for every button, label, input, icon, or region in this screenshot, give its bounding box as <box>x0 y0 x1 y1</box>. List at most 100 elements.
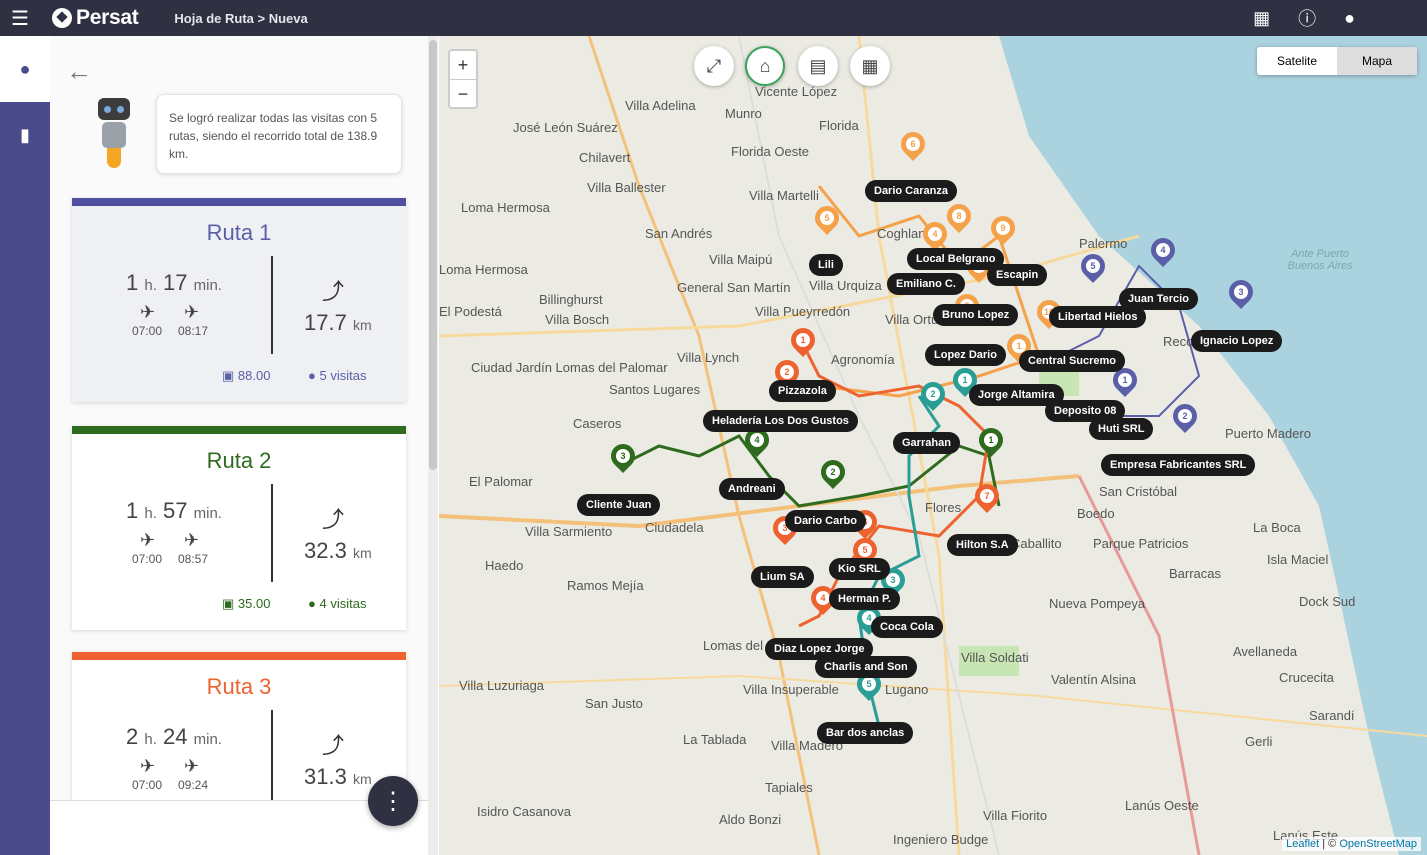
divider <box>271 256 273 354</box>
assistant-message: Se logró realizar todas las visitas con … <box>156 94 402 174</box>
customer-label[interactable]: Heladería Los Dos Gustos <box>703 410 858 432</box>
store-toggle-icon[interactable]: ▤ <box>798 46 838 86</box>
customer-label[interactable]: Bruno Lopez <box>933 304 1019 326</box>
route-color-bar <box>72 426 406 434</box>
customer-label[interactable]: Lili <box>809 254 843 276</box>
hamburger-menu-icon[interactable]: ☰ <box>0 6 40 31</box>
layer-map-option[interactable]: Mapa <box>1337 47 1417 75</box>
customer-label[interactable]: Andreani <box>719 478 785 500</box>
departure-icon: ✈ <box>140 530 156 550</box>
place-name: Villa Pueyrredón <box>755 304 851 319</box>
route-distance: 32.3 km <box>304 538 372 563</box>
place-name: Tapiales <box>765 780 813 795</box>
map-pin-nav-icon[interactable]: ● <box>0 36 50 102</box>
place-name: San Cristóbal <box>1099 484 1178 499</box>
customer-label[interactable]: Central Sucremo <box>1019 350 1126 372</box>
top-bar: ☰ Persat Hoja de Ruta > Nueva ▦ ⓘ ● <box>0 0 1427 36</box>
customer-label[interactable]: Emiliano C. <box>887 273 965 295</box>
place-name: Valentín Alsina <box>1051 672 1137 687</box>
place-name: Florida <box>819 118 859 133</box>
back-arrow-icon[interactable]: ← <box>66 56 92 87</box>
customer-label[interactable]: Dario Carbo <box>785 510 866 532</box>
departure-icon: ✈ <box>140 756 156 776</box>
tag-toggle-icon[interactable]: ⌂ <box>745 46 785 86</box>
customer-label[interactable]: Lium SA <box>751 566 814 588</box>
place-name: Sarandí <box>1309 708 1355 723</box>
place-name: Barracas <box>1169 566 1222 581</box>
customer-label[interactable]: Garrahan <box>893 432 960 454</box>
brand-name: Persat <box>76 6 139 29</box>
place-name: Agronomía <box>831 352 895 367</box>
layer-satellite-option[interactable]: Satelite <box>1257 47 1337 75</box>
customer-label[interactable]: Hilton S.A <box>947 534 1018 556</box>
place-name: Isla Maciel <box>1267 552 1329 567</box>
customer-label[interactable]: Juan Tercio <box>1119 288 1198 310</box>
panel-scrollbar[interactable] <box>428 36 438 855</box>
osm-link[interactable]: OpenStreetMap <box>1339 838 1417 850</box>
arrival-icon: ✈ <box>184 756 200 776</box>
grid-toggle-icon[interactable]: ▦ <box>850 46 890 86</box>
end-time: 08:17 <box>178 324 209 338</box>
place-name: Ciudad Jardín Lomas del Palomar <box>471 360 668 375</box>
customer-label[interactable]: Huti SRL <box>1089 418 1154 440</box>
place-name: Villa Fiorito <box>983 808 1048 823</box>
map-view[interactable]: José León Suárez Villa Adelina Munro Flo… <box>439 36 1427 855</box>
user-account-icon[interactable]: ● <box>1344 8 1355 29</box>
visits-count: ● 4 visitas <box>308 596 367 611</box>
route-color-bar <box>72 198 406 206</box>
chart-nav-icon[interactable]: ▮ <box>0 102 50 168</box>
place-name: Villa Martelli <box>749 188 819 203</box>
route-title: Ruta 2 <box>206 448 272 473</box>
departure-icon: ✈ <box>140 302 156 322</box>
more-options-button[interactable]: ⋮ <box>368 776 418 826</box>
scrollbar-thumb[interactable] <box>429 40 437 470</box>
place-name: Loma Hermosa <box>439 262 528 277</box>
end-time: 09:24 <box>178 778 209 792</box>
route-title: Ruta 3 <box>206 674 272 699</box>
route-card-2[interactable]: Ruta 2 1 h. 57 min. ✈ ✈ 07:00 08:57 ⤴ 32… <box>72 426 406 630</box>
place-name: Villa Soldati <box>961 650 1029 665</box>
route-card-1[interactable]: Ruta 1 1 h. 17 min. ✈ ✈ 07:00 08:17 ⤴ 17… <box>72 198 406 402</box>
zoom-control: + − <box>448 49 478 109</box>
zoom-in-button[interactable]: + <box>450 51 476 79</box>
place-name: Villa Sarmiento <box>525 524 613 539</box>
place-name: Caballito <box>1011 536 1062 551</box>
customer-label[interactable]: Bar dos anclas <box>817 722 914 744</box>
fit-bounds-icon[interactable]: ⤢ <box>694 46 734 86</box>
customer-label[interactable]: Empresa Fabricantes SRL <box>1101 454 1256 476</box>
route-distance: 17.7 km <box>304 310 372 335</box>
place-name: Villa Luzuriaga <box>459 678 545 693</box>
divider <box>271 484 273 582</box>
customer-label[interactable]: Cliente Juan <box>577 494 661 516</box>
place-name: José León Suárez <box>513 120 618 135</box>
customer-label[interactable]: Charlis and Son <box>815 656 917 678</box>
brand-logo[interactable]: Persat <box>52 6 139 30</box>
route-duration: 1 h. 57 min. <box>126 498 222 523</box>
river-water <box>999 36 1427 855</box>
place-name: Coghlan <box>877 226 926 241</box>
help-icon[interactable]: ⓘ <box>1298 5 1316 31</box>
customer-label[interactable]: Escapin <box>987 264 1048 286</box>
place-name: Villa Urquiza <box>809 278 882 293</box>
leaflet-link[interactable]: Leaflet <box>1286 838 1319 850</box>
customer-label[interactable]: Ignacio Lopez <box>1191 330 1283 352</box>
place-name: Ramos Mejía <box>567 578 644 593</box>
place-name: Lanús Oeste <box>1125 798 1199 813</box>
customer-label[interactable]: Kio SRL <box>829 558 890 580</box>
place-name: Loma Hermosa <box>461 200 550 215</box>
customer-label[interactable]: Lopez Dario <box>925 344 1006 366</box>
customer-label[interactable]: Coca Cola <box>871 616 943 638</box>
apps-grid-icon[interactable]: ▦ <box>1253 8 1270 29</box>
customer-label[interactable]: Herman P. <box>829 588 900 610</box>
place-name: Dock Sud <box>1299 594 1356 609</box>
place-name: La Tablada <box>683 732 747 747</box>
zoom-out-button[interactable]: − <box>450 79 476 107</box>
place-name: Villa Insuperable <box>743 682 839 697</box>
place-name: Lugano <box>885 682 929 697</box>
load-value: ▣ 35.00 <box>222 596 271 611</box>
customer-label[interactable]: Pizzazola <box>769 380 836 402</box>
customer-label[interactable]: Dario Caranza <box>865 180 957 202</box>
layer-switcher: Satelite Mapa <box>1257 47 1417 75</box>
route-distance-icon: ⤴ <box>322 279 345 304</box>
attribution-separator: | © <box>1319 838 1340 850</box>
